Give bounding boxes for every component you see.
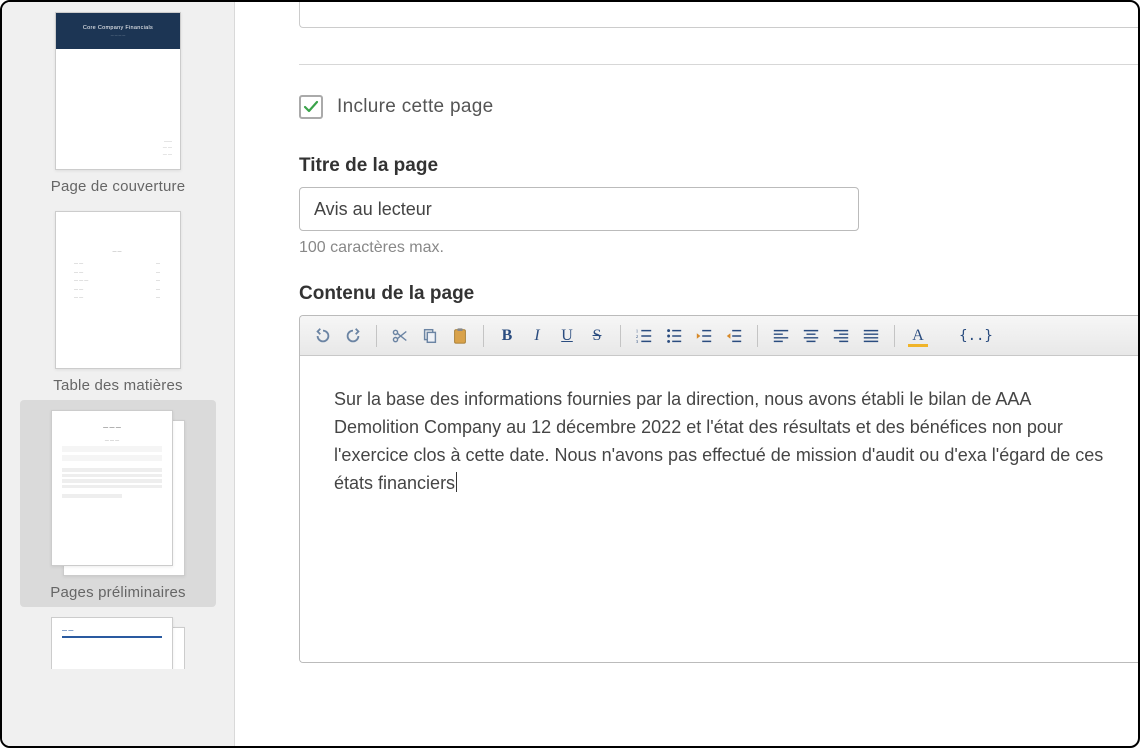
toolbar-separator [757, 325, 758, 347]
include-page-row: Inclure cette page [299, 95, 1138, 119]
cover-thumb-image: Core Company Financials — — — — ——— —— — [55, 12, 181, 170]
editor-textarea[interactable]: Sur la base des informations fournies pa… [300, 356, 1138, 662]
toolbar-separator [483, 325, 484, 347]
outdent-button[interactable] [691, 324, 717, 348]
thumbnail-toc[interactable]: — — — —— — —— — — —— — —— — —— Table des… [20, 201, 216, 400]
italic-button[interactable]: I [524, 324, 550, 348]
bold-button[interactable]: B [494, 324, 520, 348]
copy-icon [421, 327, 439, 345]
rich-text-editor: B I U S 123 [299, 315, 1138, 663]
strikethrough-button[interactable]: S [584, 324, 610, 348]
align-justify-button[interactable] [858, 324, 884, 348]
indent-button[interactable] [721, 324, 747, 348]
insert-placeholder-button[interactable]: {..} [963, 324, 989, 348]
thumbnail-label: Table des matières [53, 377, 183, 394]
thumbnail-preliminary-pages[interactable]: — — — — — — Pages préliminaires [20, 400, 216, 607]
ordered-list-button[interactable]: 123 [631, 324, 657, 348]
ordered-list-icon: 123 [635, 327, 653, 345]
thumbnail-next[interactable]: — — [20, 607, 216, 669]
thumbnail-label: Pages préliminaires [50, 584, 186, 601]
svg-text:2: 2 [636, 333, 638, 338]
include-page-label: Inclure cette page [337, 96, 493, 118]
include-page-checkbox[interactable] [299, 95, 323, 119]
svg-text:1: 1 [636, 328, 638, 333]
upper-section-box [299, 2, 1138, 28]
cut-button[interactable] [387, 324, 413, 348]
app-frame: Core Company Financials — — — — ——— —— —… [0, 0, 1140, 748]
toc-thumb-image: — — — —— — —— — — —— — —— — —— [55, 211, 181, 369]
toolbar-separator [620, 325, 621, 347]
align-right-button[interactable] [828, 324, 854, 348]
svg-text:3: 3 [636, 339, 639, 344]
outdent-icon [695, 327, 713, 345]
copy-button[interactable] [417, 324, 443, 348]
check-icon [303, 99, 319, 115]
underline-button[interactable]: U [554, 324, 580, 348]
indent-icon [725, 327, 743, 345]
clipboard-icon [451, 327, 469, 345]
align-right-icon [832, 327, 850, 345]
page-content-label: Contenu de la page [299, 283, 1138, 305]
page-title-label: Titre de la page [299, 155, 1138, 177]
unordered-list-icon [665, 327, 683, 345]
redo-icon [344, 327, 362, 345]
editor-content-text: Sur la base des informations fournies pa… [334, 389, 1103, 493]
align-left-button[interactable] [768, 324, 794, 348]
page-title-helper: 100 caractères max. [299, 239, 1138, 257]
undo-icon [314, 327, 332, 345]
page-title-input[interactable] [299, 187, 859, 231]
undo-button[interactable] [310, 324, 336, 348]
align-center-icon [802, 327, 820, 345]
text-color-button[interactable]: A [905, 324, 931, 348]
toolbar-separator [894, 325, 895, 347]
page-thumbnails-sidebar: Core Company Financials — — — — ——— —— —… [2, 2, 235, 746]
main-editor-area: Inclure cette page Titre de la page 100 … [235, 2, 1138, 746]
section-divider [299, 64, 1138, 65]
align-justify-icon [862, 327, 880, 345]
toolbar-separator [376, 325, 377, 347]
text-cursor [456, 472, 457, 492]
scissors-icon [391, 327, 409, 345]
thumbnail-label: Page de couverture [51, 178, 186, 195]
thumbnail-cover-page[interactable]: Core Company Financials — — — — ——— —— —… [20, 2, 216, 201]
editor-toolbar: B I U S 123 [300, 316, 1138, 356]
unordered-list-button[interactable] [661, 324, 687, 348]
redo-button[interactable] [340, 324, 366, 348]
paste-button[interactable] [447, 324, 473, 348]
stacked-thumb-partial: — — [51, 617, 185, 669]
align-left-icon [772, 327, 790, 345]
align-center-button[interactable] [798, 324, 824, 348]
stacked-thumb: — — — — — — [51, 410, 185, 576]
